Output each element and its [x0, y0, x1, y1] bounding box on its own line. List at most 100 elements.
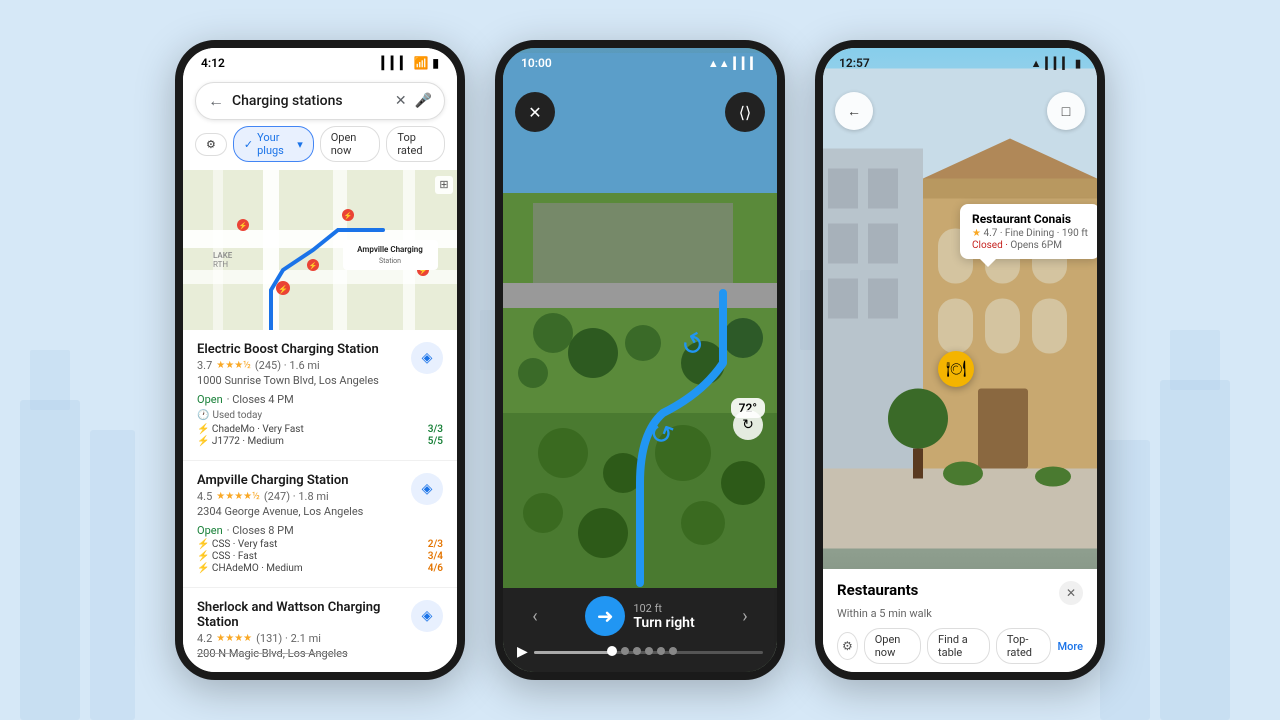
progress-track[interactable]: [534, 651, 763, 654]
restaurant-panel: Restaurants ✕ Within a 5 min walk ⚙ Open…: [823, 569, 1097, 672]
place-info-bubble: Restaurant Conais ★ 4.7 · Fine Dining · …: [960, 204, 1097, 259]
charger-row: ⚡ CHAdeMO · Medium 4/6: [197, 563, 443, 574]
status-bar-2: 10:00 ▲▲ ▎▎▎: [503, 48, 777, 74]
check-icon: ✓: [244, 138, 253, 151]
navigate-button[interactable]: ◈: [411, 600, 443, 632]
navigate-button[interactable]: ◈: [411, 473, 443, 505]
phone-restaurant: 12:57 ▲ ▎▎▎ ▮ ← □: [815, 40, 1105, 680]
station-status: Open · Closes 4 PM: [197, 388, 379, 407]
settings-icon: ⚙: [206, 138, 216, 151]
charger-row: ⚡ J1772 · Medium 5/5: [197, 436, 443, 447]
top-rated-filter[interactable]: Top-rated: [996, 628, 1052, 664]
more-filters-button[interactable]: More: [1057, 640, 1083, 653]
bubble-arrow: [980, 259, 996, 267]
share-button[interactable]: □: [1047, 92, 1085, 130]
close-panel-button[interactable]: ✕: [1059, 581, 1083, 605]
station-address: 1000 Sunrise Town Blvd, Los Angeles: [197, 374, 379, 387]
time-3: 12:57: [839, 56, 870, 70]
navigate-icon: ◈: [422, 481, 433, 497]
share-icon: ⟨⟩: [739, 103, 751, 122]
chevron-left-icon: ‹: [532, 606, 537, 627]
refresh-icon: ↻: [742, 417, 754, 433]
phone3-content: 12:57 ▲ ▎▎▎ ▮ ← □: [823, 48, 1097, 672]
phone1-content: ← Charging stations ✕ 🎤 ⚙ ✓ Your plugs ▾: [183, 74, 457, 680]
turn-distance: 102 ft: [633, 602, 694, 615]
svg-text:Station: Station: [379, 257, 401, 265]
restaurants-title: Restaurants: [837, 581, 918, 599]
open-now-filter[interactable]: Open now: [864, 628, 921, 664]
restaurant-icon: 🍽: [946, 359, 966, 378]
status-bar-3: 12:57 ▲ ▎▎▎ ▮: [823, 48, 1097, 74]
stars: ★★★½: [216, 360, 251, 371]
your-plugs-filter[interactable]: ✓ Your plugs ▾: [233, 126, 314, 162]
time-1: 4:12: [201, 56, 225, 70]
clear-icon[interactable]: ✕: [395, 93, 407, 109]
place-map-pin[interactable]: 🍽: [938, 351, 974, 387]
phone-navigation: 10:00 ▲▲ ▎▎▎: [495, 40, 785, 680]
back-icon: ←: [847, 103, 861, 120]
used-today-badge: 🕐 Used today: [197, 410, 443, 421]
status-icons-1: ▎▎▎ 📶 ▮: [382, 56, 439, 70]
list-area: Electric Boost Charging Station 3.7 ★★★½…: [183, 330, 457, 680]
close-nav-button[interactable]: ✕: [515, 92, 555, 132]
charging-station-item[interactable]: Sherlock and Wattson Charging Station 4.…: [183, 588, 457, 674]
walk-distance: Within a 5 min walk: [837, 607, 1083, 620]
status-icons-3: ▲ ▎▎▎ ▮: [1031, 57, 1081, 70]
open-now-filter[interactable]: Open now: [320, 126, 381, 162]
station-address: 2304 George Avenue, Los Angeles: [197, 505, 363, 518]
svg-text:Ampville Charging: Ampville Charging: [357, 245, 423, 254]
clock-icon: 🕐: [197, 410, 209, 421]
chevron-right-icon: ›: [742, 606, 747, 627]
top-rated-filter[interactable]: Top rated: [386, 126, 445, 162]
play-button[interactable]: ▶: [517, 644, 528, 660]
charging-station-item[interactable]: Electric Boost Charging Station 3.7 ★★★½…: [183, 330, 457, 461]
charging-station-item[interactable]: Ampville Charging Station 4.5 ★★★★½ (247…: [183, 461, 457, 588]
back-icon[interactable]: ←: [208, 91, 224, 111]
turn-arrow-icon: ➜: [585, 596, 625, 636]
rating-value: 3.7: [197, 359, 212, 372]
filter-settings-btn[interactable]: ⚙: [195, 133, 227, 156]
svg-text:⊞: ⊞: [439, 178, 448, 191]
progress-bar: ▶: [517, 644, 763, 660]
signal-icon: ▎▎▎: [1046, 57, 1071, 70]
back-button[interactable]: ←: [835, 92, 873, 130]
close-icon: ✕: [1066, 586, 1076, 600]
search-text: Charging stations: [232, 93, 387, 109]
nav-controls-3: ← □: [835, 92, 1085, 130]
map-area[interactable]: ⚡ ⚡ ⚡ ⚡ ⚡ Ampville Charging St: [183, 170, 457, 330]
search-bar[interactable]: ← Charging stations ✕ 🎤: [195, 82, 445, 120]
svg-text:⚡: ⚡: [278, 284, 288, 294]
navigate-button[interactable]: ◈: [411, 342, 443, 374]
station-header: Electric Boost Charging Station 3.7 ★★★½…: [197, 342, 443, 407]
mic-icon[interactable]: 🎤: [415, 93, 432, 109]
prev-step-button[interactable]: ‹: [517, 598, 553, 634]
share-button[interactable]: ⟨⟩: [725, 92, 765, 132]
turn-text: 102 ft Turn right: [633, 602, 694, 631]
signal-icon: ▎▎▎: [734, 57, 759, 70]
svg-text:⚡: ⚡: [344, 211, 353, 220]
close-icon: ✕: [528, 103, 541, 122]
rating-value: 4.5: [197, 490, 212, 503]
nav-controls-top: ✕ ⟨⟩: [515, 92, 765, 132]
turn-instruction: Turn right: [633, 615, 694, 631]
status-icons-2: ▲▲ ▎▎▎: [708, 57, 759, 70]
review-count: (131) · 2.1 mi: [256, 632, 321, 645]
search-area: ← Charging stations ✕ 🎤 ⚙ ✓ Your plugs ▾: [183, 74, 457, 170]
svg-text:⚡: ⚡: [309, 261, 318, 270]
svg-text:⚡: ⚡: [239, 221, 248, 230]
battery-icon: ▮: [432, 56, 439, 70]
navigate-icon: ◈: [422, 350, 433, 366]
next-step-button[interactable]: ›: [727, 598, 763, 634]
battery-icon: ▮: [1075, 57, 1081, 70]
phone2-content: 10:00 ▲▲ ▎▎▎: [503, 48, 777, 672]
settings-icon: ⚙: [842, 639, 853, 653]
station-name: Sherlock and Wattson Charging Station 4.…: [197, 600, 411, 661]
place-rating: ★ 4.7 · Fine Dining · 190 ft: [972, 228, 1088, 239]
find-table-filter[interactable]: Find a table: [927, 628, 990, 664]
place-category: Fine Dining: [1005, 228, 1054, 239]
refresh-button[interactable]: ↻: [733, 410, 763, 440]
signal-icon: ▎▎▎: [382, 56, 410, 70]
share-icon: □: [1062, 103, 1070, 120]
station-address: 200 N Magic Blvd, Los Angeles: [197, 647, 411, 660]
filter-settings-button[interactable]: ⚙: [837, 632, 858, 660]
